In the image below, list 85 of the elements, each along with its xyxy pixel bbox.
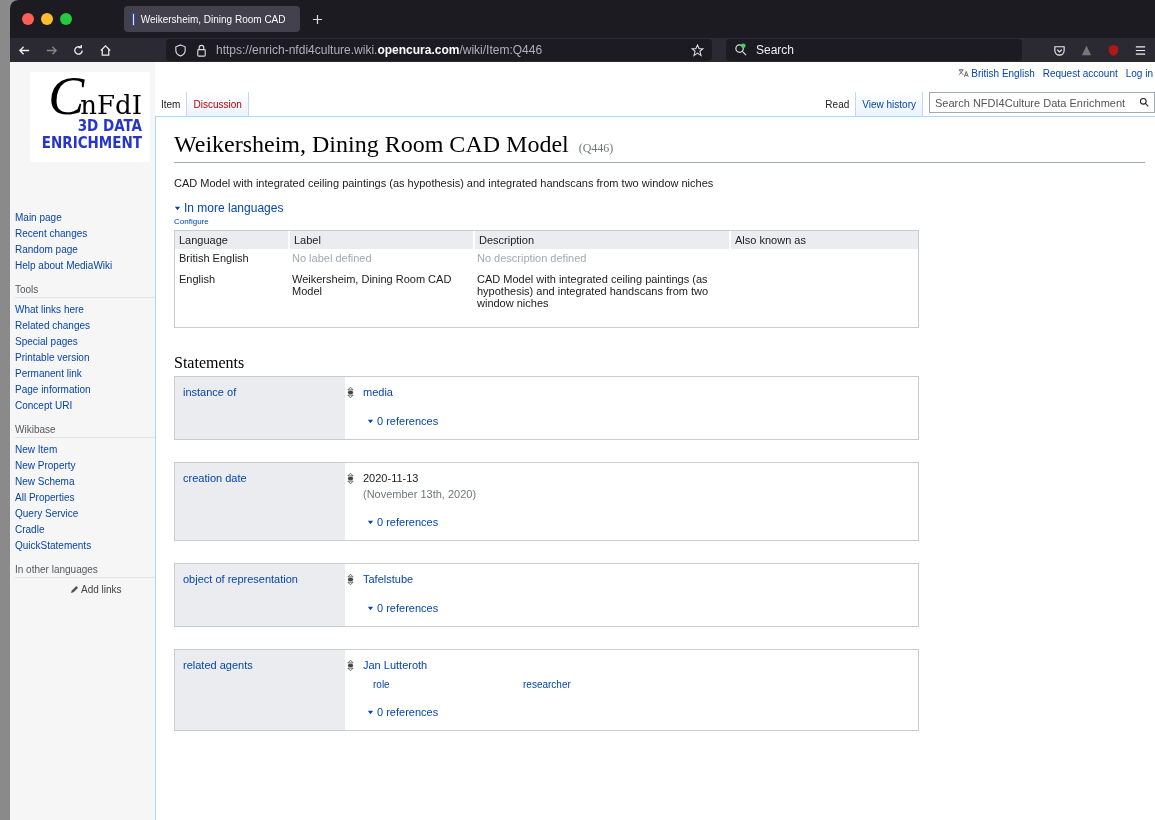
caret-icon	[367, 518, 374, 526]
bookmark-star-icon[interactable]	[691, 43, 704, 57]
column-header: Language	[178, 233, 229, 248]
pencil-icon	[70, 585, 79, 594]
property-link[interactable]: object of representation	[183, 573, 298, 585]
language-cell-text: English	[178, 272, 217, 287]
pocket-icon[interactable]	[1053, 43, 1066, 57]
browser-search-field[interactable]: Search	[726, 39, 1022, 61]
page-tab[interactable]: Discussion	[187, 92, 249, 116]
caret-icon	[367, 708, 374, 716]
reload-icon[interactable]	[72, 43, 85, 57]
sidebar-link[interactable]: Random page	[15, 242, 155, 258]
personal-link[interactable]: Request account	[1042, 67, 1118, 79]
rank-icon[interactable]	[347, 472, 354, 485]
item-description: CAD Model with integrated ceiling paintings (as hypothesis) and integrated handscans from two window niches	[174, 177, 715, 189]
search-icon	[734, 43, 747, 56]
rank-icon[interactable]	[347, 386, 354, 399]
view-tab[interactable]: View history	[856, 92, 923, 116]
personal-link[interactable]: British English	[971, 67, 1035, 79]
personal-link[interactable]: Log in	[1125, 67, 1153, 79]
address-bar[interactable]: https://enrich-nfdi4culture.wiki.opencura.com/wiki/Item:Q446	[166, 39, 712, 61]
page-title: Weikersheim, Dining Room CAD Model	[174, 131, 569, 158]
rank-icon[interactable]	[347, 573, 354, 586]
column-header: Description	[473, 231, 729, 249]
translate-icon	[958, 68, 970, 78]
sidebar-link[interactable]: Related changes	[15, 318, 155, 334]
sidebar-link[interactable]: Cradle	[15, 522, 155, 538]
sidebar-link[interactable]: Special pages	[15, 334, 155, 350]
extension-icon[interactable]	[1080, 43, 1093, 57]
statements-heading: Statements	[174, 354, 246, 372]
sidebar-link[interactable]: Main page	[15, 210, 155, 226]
configure-link[interactable]: Configure	[174, 217, 209, 226]
label-cell-text: No label defined	[291, 251, 373, 266]
sidebar-link[interactable]: Permanent link	[15, 366, 155, 382]
qualifier-value-link[interactable]: researcher	[523, 679, 571, 690]
description-cell-text: No description defined	[476, 251, 588, 266]
language-cell-text: British English	[178, 251, 250, 266]
value-link[interactable]: media	[363, 386, 393, 398]
caret-icon	[367, 417, 374, 425]
window-controls-drawing[interactable]	[22, 13, 72, 25]
description-cell-text: CAD Model with integrated ceiling paintings (as hypothesis) and integrated handscans from two window niches	[476, 272, 710, 311]
shield-icon[interactable]	[174, 43, 187, 57]
references-toggle[interactable]: 0 references	[377, 516, 439, 528]
sidebar-link[interactable]: New Schema	[15, 474, 155, 490]
sidebar-heading: Tools	[15, 284, 155, 298]
sidebar-link[interactable]: Printable version	[15, 350, 155, 366]
rank-icon[interactable]	[347, 659, 354, 672]
sidebar-link[interactable]: Recent changes	[15, 226, 155, 242]
add-links-link[interactable]: Add links	[70, 584, 155, 595]
references-toggle[interactable]: 0 references	[377, 706, 439, 718]
sidebar-link[interactable]: Page information	[15, 382, 155, 398]
value-text: 2020-11-13	[363, 472, 419, 484]
lock-icon	[195, 43, 208, 57]
sidebar-link[interactable]: Query Service	[15, 506, 155, 522]
item-id: (Q446)	[578, 141, 614, 156]
references-toggle[interactable]: 0 references	[377, 415, 439, 427]
references-toggle[interactable]: 0 references	[377, 602, 439, 614]
value-link[interactable]: Tafelstube	[363, 573, 414, 585]
value-link[interactable]: Jan Lutteroth	[363, 659, 428, 671]
label-cell-text: Weikersheim, Dining Room CAD Model	[291, 272, 453, 299]
column-header: Also known as	[729, 231, 918, 249]
sidebar-heading: Wikibase	[15, 424, 155, 438]
search-icon[interactable]	[1139, 97, 1149, 107]
sidebar-link[interactable]: Help about MediaWiki	[15, 258, 155, 274]
sidebar-heading: In other languages	[15, 564, 155, 578]
menu-icon[interactable]	[1134, 43, 1147, 57]
property-link[interactable]: related agents	[183, 659, 253, 671]
sidebar-link[interactable]: QuickStatements	[15, 538, 155, 554]
caret-icon	[367, 604, 374, 612]
sidebar-link[interactable]: New Property	[15, 458, 155, 474]
sidebar-link[interactable]: Concept URI	[15, 398, 155, 414]
new-tab-icon[interactable]	[312, 13, 323, 25]
property-link[interactable]: creation date	[183, 472, 247, 484]
column-header: Label	[288, 231, 473, 249]
home-icon[interactable]	[99, 43, 112, 57]
sidebar-link[interactable]: All Properties	[15, 490, 155, 506]
qualifier-property-link[interactable]: role	[373, 679, 523, 690]
browser-tab[interactable]: Weikersheim, Dining Room CAD	[124, 6, 300, 32]
more-languages-toggle[interactable]: In more languages	[184, 201, 284, 215]
property-link[interactable]: instance of	[183, 386, 237, 398]
sidebar-link[interactable]: What links here	[15, 302, 155, 318]
value-detail: (November 13th, 2020)	[363, 488, 477, 500]
sidebar-link[interactable]: New Item	[15, 442, 155, 458]
wiki-search-field[interactable]: Search NFDI4Culture Data Enrichment	[929, 92, 1155, 113]
caret-icon	[174, 204, 181, 212]
